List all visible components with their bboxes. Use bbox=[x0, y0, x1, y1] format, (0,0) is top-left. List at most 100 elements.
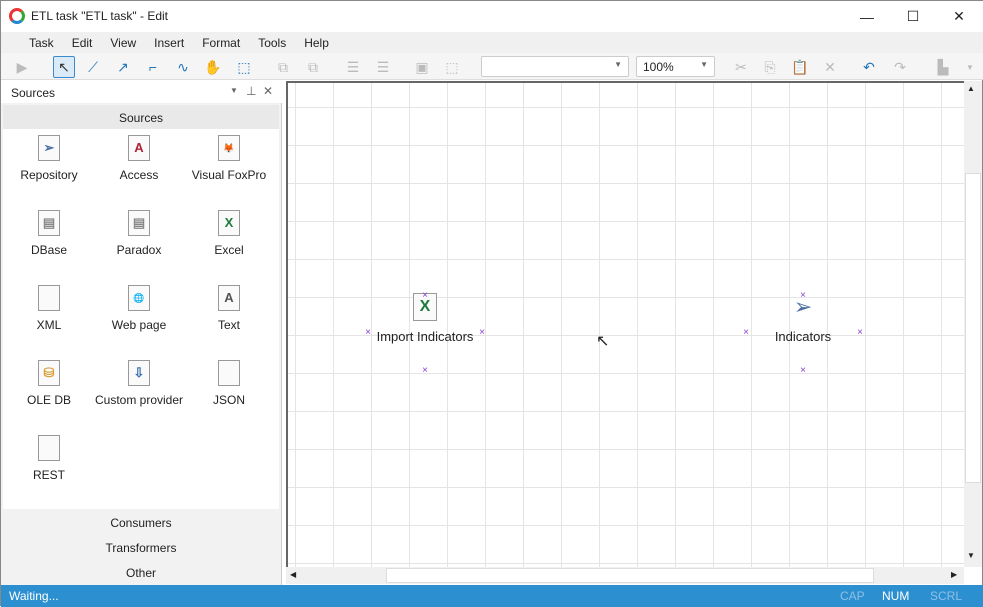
source-item-visual-foxpro[interactable]: 🦊 Visual FoxPro bbox=[184, 135, 274, 182]
scroll-up-icon[interactable]: ▲ bbox=[967, 84, 975, 93]
selection-handle[interactable]: × bbox=[798, 366, 808, 376]
font-combo[interactable]: ▼ bbox=[481, 56, 629, 77]
selection-handle[interactable]: × bbox=[363, 328, 373, 338]
ungroup-icon[interactable]: ⬚ bbox=[441, 56, 463, 78]
hand-tool-icon[interactable]: ✋ bbox=[202, 56, 224, 78]
menu-edit[interactable]: Edit bbox=[63, 36, 102, 50]
source-item-paradox[interactable]: ▤ Paradox bbox=[94, 210, 184, 257]
source-item-web-page[interactable]: 🌐 Web page bbox=[94, 285, 184, 332]
align-icon[interactable]: ▙ bbox=[932, 56, 954, 78]
sources-panel: Sources ▼ ⊥ ✕ Sources ➢ Repository A Access… bbox=[1, 81, 282, 585]
scroll-down-icon[interactable]: ▼ bbox=[967, 551, 975, 560]
pointer-tool-icon[interactable]: ↖ bbox=[53, 56, 75, 78]
redo-icon[interactable]: ↷ bbox=[889, 56, 911, 78]
foxpro-icon: 🦊 bbox=[215, 135, 243, 163]
arrow-line-tool-icon[interactable]: ↗ bbox=[112, 56, 134, 78]
zoom-value: 100% bbox=[643, 60, 674, 74]
close-button[interactable]: ✕ bbox=[936, 1, 982, 32]
source-item-rest[interactable]: REST bbox=[4, 435, 94, 482]
elbow-line-tool-icon[interactable]: ⌐ bbox=[142, 56, 164, 78]
category-other[interactable]: Other bbox=[3, 560, 279, 585]
source-item-label: Visual FoxPro bbox=[191, 168, 267, 182]
source-item-custom-provider[interactable]: ⇩ Custom provider bbox=[94, 360, 184, 407]
menu-task[interactable]: Task bbox=[20, 36, 63, 50]
selection-handle[interactable]: × bbox=[798, 291, 808, 301]
category-consumers[interactable]: Consumers bbox=[3, 510, 279, 535]
selection-handle[interactable]: × bbox=[420, 291, 430, 301]
source-item-label: Excel bbox=[214, 243, 244, 257]
menu-format[interactable]: Format bbox=[193, 36, 249, 50]
vertical-scrollbar[interactable]: ▲ ▼ bbox=[964, 81, 982, 567]
menu-tools[interactable]: Tools bbox=[249, 36, 295, 50]
menu-help[interactable]: Help bbox=[295, 36, 338, 50]
pin-icon[interactable]: ⊥ bbox=[246, 84, 256, 98]
code-file-icon bbox=[215, 360, 243, 388]
category-transformers[interactable]: Transformers bbox=[3, 535, 279, 560]
menu-view[interactable]: View bbox=[101, 36, 145, 50]
source-item-text[interactable]: A Text bbox=[184, 285, 274, 332]
copy-icon[interactable]: ⎘ bbox=[759, 56, 781, 78]
line-tool-icon[interactable]: ⟋ bbox=[82, 56, 104, 78]
source-item-label: DBase bbox=[30, 243, 68, 257]
panel-menu-icon[interactable]: ▼ bbox=[230, 86, 238, 95]
panel-close-icon[interactable]: ✕ bbox=[263, 84, 273, 98]
diagram-canvas[interactable]: X Import Indicators ➢ Indicators × × × ×… bbox=[286, 81, 964, 567]
toolbar-overflow-icon[interactable]: ▼ bbox=[959, 56, 981, 78]
undo-icon[interactable]: ↶ bbox=[858, 56, 880, 78]
excel-icon: X bbox=[215, 210, 243, 238]
source-item-excel[interactable]: X Excel bbox=[184, 210, 274, 257]
zoom-combo[interactable]: 100% ▼ bbox=[636, 56, 715, 77]
curve-line-tool-icon[interactable]: ∿ bbox=[172, 56, 194, 78]
cut-icon[interactable]: ✂ bbox=[730, 56, 752, 78]
source-item-xml[interactable]: XML bbox=[4, 285, 94, 332]
menu-bar: Task Edit View Insert Format Tools Help bbox=[1, 32, 983, 53]
scroll-left-icon[interactable]: ◀ bbox=[290, 570, 296, 579]
source-item-label: Custom provider bbox=[94, 393, 184, 407]
code-file-icon bbox=[35, 435, 63, 463]
source-item-label: Repository bbox=[20, 168, 78, 182]
run-icon[interactable]: ▶ bbox=[11, 56, 33, 78]
mouse-cursor-icon: ↖ bbox=[596, 333, 610, 350]
selection-handle[interactable]: × bbox=[855, 328, 865, 338]
source-item-label: Text bbox=[217, 318, 240, 332]
horizontal-scrollbar[interactable]: ◀ ▶ bbox=[286, 567, 964, 584]
delete-icon[interactable]: ✕ bbox=[819, 56, 841, 78]
move-up-icon[interactable]: ☰ bbox=[342, 56, 364, 78]
maximize-button[interactable]: ☐ bbox=[890, 1, 936, 32]
source-item-json[interactable]: JSON bbox=[184, 360, 274, 407]
selection-handle[interactable]: × bbox=[741, 328, 751, 338]
scroll-right-icon[interactable]: ▶ bbox=[951, 570, 957, 579]
database-file-icon: ▤ bbox=[35, 210, 63, 238]
chevron-down-icon: ▼ bbox=[614, 60, 622, 69]
code-file-icon bbox=[35, 285, 63, 313]
paper-plane-icon: ➢ bbox=[35, 135, 63, 163]
chevron-down-icon: ▼ bbox=[700, 60, 708, 69]
select-area-tool-icon[interactable]: ⬚ bbox=[233, 56, 255, 78]
menu-insert[interactable]: Insert bbox=[145, 36, 193, 50]
title-bar: ETL task "ETL task" - Edit — ☐ ✕ bbox=[1, 1, 983, 32]
source-item-access[interactable]: A Access bbox=[94, 135, 184, 182]
selection-handle[interactable]: × bbox=[420, 366, 430, 376]
status-bar: Waiting... CAP NUM SCRL bbox=[1, 585, 983, 607]
bring-front-icon[interactable]: ⧉ bbox=[272, 56, 294, 78]
window-title: ETL task "ETL task" - Edit bbox=[31, 9, 169, 23]
scrl-indicator: SCRL bbox=[930, 589, 963, 603]
source-item-label: Access bbox=[119, 168, 159, 182]
source-item-dbase[interactable]: ▤ DBase bbox=[4, 210, 94, 257]
group-icon[interactable]: ▣ bbox=[411, 56, 433, 78]
horizontal-scroll-thumb[interactable] bbox=[386, 568, 874, 583]
selection-handle[interactable]: × bbox=[477, 328, 487, 338]
database-file-icon: ▤ bbox=[125, 210, 153, 238]
send-back-icon[interactable]: ⧉ bbox=[302, 56, 324, 78]
move-down-icon[interactable]: ☰ bbox=[372, 56, 394, 78]
source-item-ole-db[interactable]: ⛁ OLE DB bbox=[4, 360, 94, 407]
source-item-label: XML bbox=[36, 318, 62, 332]
source-item-repository[interactable]: ➢ Repository bbox=[4, 135, 94, 182]
toolbar: ▶ ↖ ⟋ ↗ ⌐ ∿ ✋ ⬚ ⧉ ⧉ ☰ ☰ ▣ ⬚ ▼ 100% ▼ ✂ ⎘ … bbox=[1, 53, 983, 80]
paste-icon[interactable]: 📋 bbox=[789, 56, 811, 78]
panel-header: Sources ▼ ⊥ ✕ bbox=[1, 81, 282, 103]
minimize-button[interactable]: — bbox=[844, 1, 890, 32]
sources-section-header[interactable]: Sources bbox=[3, 105, 279, 129]
vertical-scroll-thumb[interactable] bbox=[965, 173, 981, 483]
sources-list: ➢ Repository A Access 🦊 Visual FoxPro ▤ DBase ▤ P… bbox=[3, 129, 279, 509]
